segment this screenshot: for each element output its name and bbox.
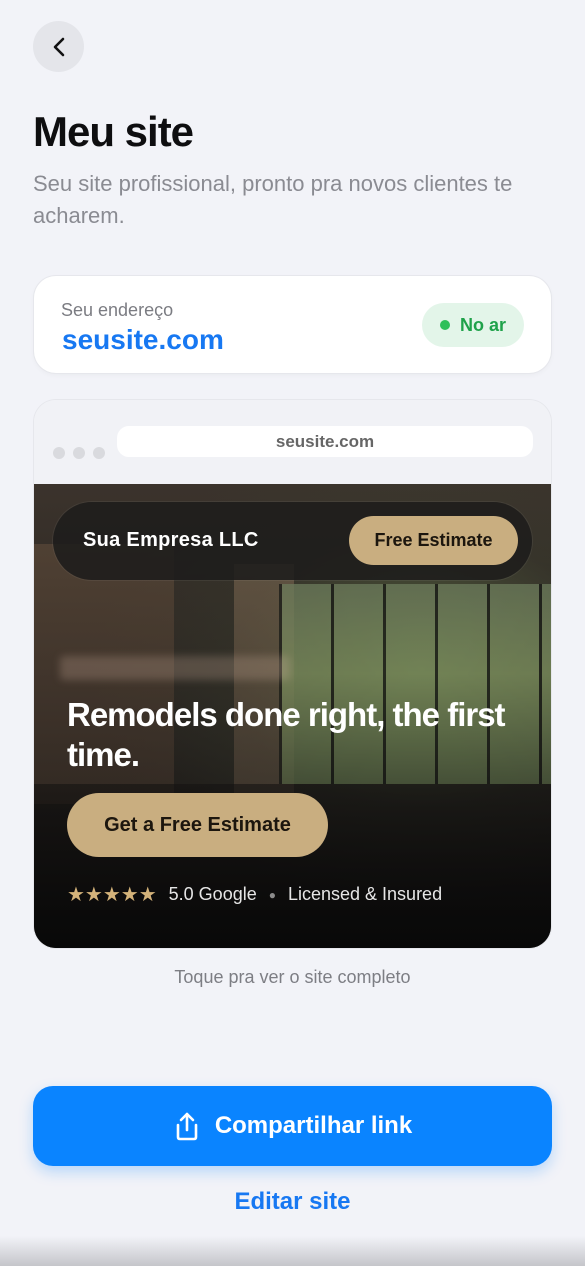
page-title: Meu site xyxy=(33,108,194,155)
license-text: Licensed & Insured xyxy=(287,884,443,904)
star-rating-icon: ★★★★★ xyxy=(67,884,157,906)
page-subtitle: Seu site profissional, pronto pra novos … xyxy=(33,171,513,228)
chevron-left-icon xyxy=(53,37,64,56)
status-dot-icon xyxy=(439,320,450,330)
preview-hero-cta: Get a Free Estimate xyxy=(67,793,328,857)
separator-dot-icon: ● xyxy=(268,887,276,902)
edit-site-link[interactable]: Editar site xyxy=(0,1188,585,1216)
share-icon xyxy=(176,1112,198,1141)
preview-brand: Sua Empresa LLC xyxy=(83,529,259,551)
status-badge: No ar xyxy=(421,303,524,347)
bottom-fade xyxy=(0,1236,585,1266)
status-text: No ar xyxy=(459,314,506,335)
preview-rating-row: ★★★★★ 5.0 Google ● Licensed & Insured xyxy=(67,882,442,907)
back-button[interactable] xyxy=(33,21,84,72)
blurred-eyebrow xyxy=(60,656,290,680)
preview-hero: Sua Empresa LLC Free Estimate Remodels d… xyxy=(34,484,551,948)
browser-bar: seusite.com xyxy=(34,400,551,484)
window-dot-icon xyxy=(73,447,85,459)
preview-headline: Remodels done right, the first time. xyxy=(67,696,506,773)
share-link-label: Compartilhar link xyxy=(214,1112,413,1139)
site-preview-card[interactable]: seusite.com Sua Empresa LLC Free Estimat… xyxy=(34,400,551,948)
share-link-button[interactable]: Compartilhar link xyxy=(33,1086,552,1166)
window-dot-icon xyxy=(53,447,65,459)
address-label: Seu endereço xyxy=(61,300,174,320)
preview-nav: Sua Empresa LLC Free Estimate xyxy=(53,502,532,580)
window-dot-icon xyxy=(93,447,105,459)
address-link[interactable]: seusite.com xyxy=(62,324,224,356)
address-card: Seu endereço seusite.com No ar xyxy=(34,276,551,373)
window-dots xyxy=(53,447,105,459)
preview-url-bar: seusite.com xyxy=(117,426,533,457)
rating-text: 5.0 Google xyxy=(168,884,257,904)
preview-hint: Toque pra ver o site completo xyxy=(174,967,411,987)
preview-nav-cta: Free Estimate xyxy=(349,516,518,565)
